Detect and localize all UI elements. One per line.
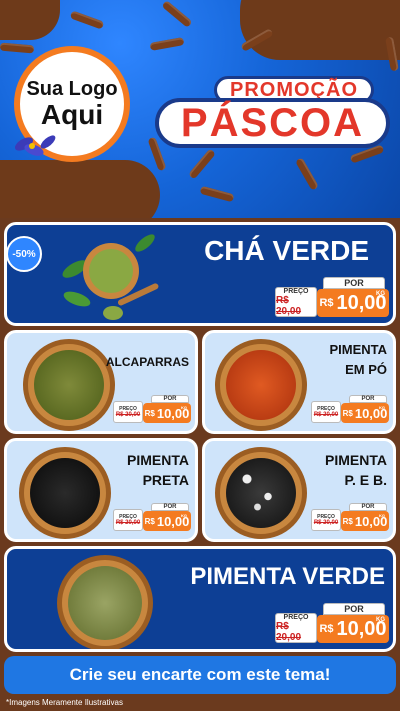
old-price-value: R$ 20,00	[115, 412, 141, 418]
logo-line1: Sua Logo	[26, 78, 118, 100]
sprinkle	[149, 37, 185, 51]
unit: KG	[379, 405, 385, 410]
currency: R$	[319, 297, 334, 309]
new-price-label: POR	[349, 395, 387, 403]
new-price-box: R$ 10,00 KG	[317, 615, 389, 643]
new-price: POR R$ 10,00 KG	[317, 603, 389, 643]
unit: KG	[181, 405, 187, 410]
product-card-cha-verde[interactable]: CHÁ VERDE PREÇO R$ 20,00 POR R$ 10,00 KG	[4, 222, 396, 326]
sprinkle	[69, 10, 105, 30]
new-price-label: POR	[151, 395, 189, 403]
price-tag: PREÇO R$ 20,00 POR R$ 10,00 KG	[113, 503, 191, 531]
old-price: PREÇO R$ 20,00	[113, 509, 143, 531]
chocolate-drip	[0, 0, 60, 40]
create-flyer-button[interactable]: Crie seu encarte com este tema!	[4, 656, 396, 694]
hero-banner: Sua Logo Aqui PROMOÇÃO PÁSCOA	[0, 0, 400, 218]
product-card-alcaparras[interactable]: ALCAPARRAS PREÇO R$ 20,00 POR R$ 10,00 K…	[4, 330, 198, 434]
currency: R$	[342, 408, 353, 418]
product-title-line2: EM PÓ	[345, 362, 387, 377]
old-price: PREÇO R$ 20,00	[275, 287, 317, 317]
new-price-label: POR	[151, 503, 189, 511]
old-price: PREÇO R$ 20,00	[275, 613, 317, 643]
old-price-value: R$ 20,00	[313, 520, 339, 526]
sprinkle	[0, 42, 35, 54]
product-card-pimenta-p-e-b[interactable]: PIMENTA P. E B. PREÇO R$ 20,00 POR R$ 10…	[202, 438, 396, 542]
new-price: POR R$ 10,00 KG	[143, 395, 191, 423]
chili-powder-bowl-image	[215, 339, 307, 431]
price-tag: PREÇO R$ 20,00 POR R$ 10,00 KG	[275, 603, 389, 643]
currency: R$	[342, 516, 353, 526]
logo-line2: Aqui	[40, 99, 104, 130]
unit: KG	[379, 513, 385, 518]
theme-title: PÁSCOA	[155, 98, 390, 148]
new-price-box: R$ 10,00 KG	[341, 511, 389, 531]
new-price: POR R$ 10,00 KG	[341, 503, 389, 531]
green-pepper-bowl-image	[57, 555, 153, 649]
new-price-label: POR	[349, 503, 387, 511]
unit: KG	[376, 617, 385, 623]
currency: R$	[144, 516, 155, 526]
new-price-box: R$ 10,00 KG	[341, 403, 389, 423]
new-price-box: R$ 10,00 KG	[143, 403, 191, 423]
price-tag: PREÇO R$ 20,00 POR R$ 10,00 KG	[113, 395, 191, 423]
new-price: POR R$ 10,00 KG	[143, 503, 191, 531]
new-price-box: R$ 10,00 KG	[317, 289, 389, 317]
old-price: PREÇO R$ 20,00	[113, 401, 143, 423]
price-tag: PREÇO R$ 20,00 POR R$ 10,00 KG	[311, 503, 389, 531]
sprinkle	[161, 0, 193, 28]
price-tag: PREÇO R$ 20,00 POR R$ 10,00 KG	[275, 277, 389, 317]
old-price-value: R$ 20,00	[276, 294, 302, 317]
discount-badge: -50%	[6, 236, 42, 272]
unit: KG	[376, 291, 385, 297]
product-title-line2: P. E B.	[344, 472, 387, 488]
black-pepper-bowl-image	[19, 447, 111, 539]
old-price: PREÇO R$ 20,00	[311, 509, 341, 531]
currency: R$	[144, 408, 155, 418]
sprinkle	[199, 185, 235, 203]
old-price: PREÇO R$ 20,00	[311, 401, 341, 423]
product-title: PIMENTA VERDE	[190, 563, 385, 590]
product-title: ALCAPARRAS	[105, 355, 189, 369]
currency: R$	[319, 623, 334, 635]
new-price: POR R$ 10,00 KG	[317, 277, 389, 317]
product-title-line1: PIMENTA	[329, 342, 387, 357]
new-price-label: POR	[323, 277, 385, 289]
product-title-line2: PRETA	[142, 472, 189, 488]
old-price-label: PREÇO	[283, 287, 309, 295]
mixed-pepper-bowl-image	[215, 447, 307, 539]
unit: KG	[181, 513, 187, 518]
sprinkle	[295, 157, 319, 191]
product-card-pimenta-verde[interactable]: PIMENTA VERDE PREÇO R$ 20,00 POR R$ 10,0…	[4, 546, 396, 652]
sprinkle	[188, 148, 216, 180]
capers-bowl-image	[23, 339, 115, 431]
new-price-label: POR	[323, 603, 385, 615]
product-title-line1: PIMENTA	[127, 452, 189, 468]
product-title: CHÁ VERDE	[204, 235, 369, 266]
product-title-line1: PIMENTA	[325, 452, 387, 468]
product-card-pimenta-em-po[interactable]: PIMENTA EM PÓ PREÇO R$ 20,00 POR R$ 10,0…	[202, 330, 396, 434]
old-price-value: R$ 20,00	[313, 412, 339, 418]
new-price-box: R$ 10,00 KG	[143, 511, 191, 531]
disclaimer: *Imagens Meramente Ilustrativas	[6, 698, 123, 707]
old-price-label: PREÇO	[283, 613, 309, 621]
chocolate-drip	[0, 160, 160, 218]
price-tag: PREÇO R$ 20,00 POR R$ 10,00 KG	[311, 395, 389, 423]
green-tea-image	[62, 234, 159, 320]
flower-icon	[14, 135, 56, 156]
product-card-pimenta-preta[interactable]: PIMENTA PRETA PREÇO R$ 20,00 POR R$ 10,0…	[4, 438, 198, 542]
new-price: POR R$ 10,00 KG	[341, 395, 389, 423]
old-price-value: R$ 20,00	[276, 620, 302, 643]
old-price-value: R$ 20,00	[115, 520, 141, 526]
